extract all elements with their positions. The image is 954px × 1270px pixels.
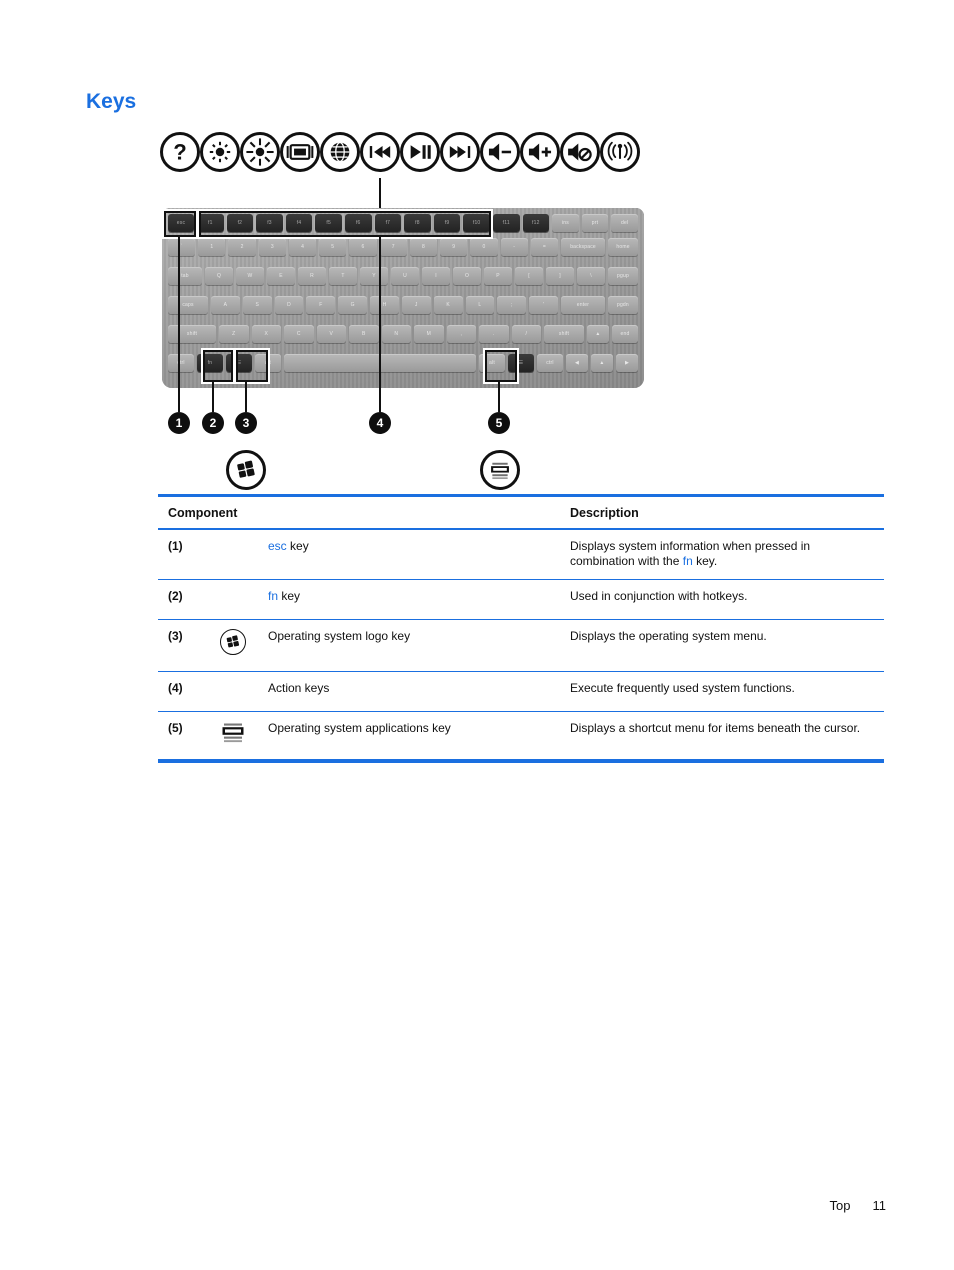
footer-page-number: 11	[872, 1198, 887, 1213]
brightness-up-icon	[240, 132, 280, 172]
play-pause-icon	[400, 132, 440, 172]
row-component-name: esc key	[268, 539, 570, 554]
svg-text:?: ?	[173, 140, 187, 165]
row-number: (2)	[168, 589, 183, 603]
highlight-applications-key	[483, 348, 519, 384]
mute-icon	[560, 132, 600, 172]
footer-section-label: Top	[829, 1198, 851, 1213]
table-row: (4) Action keys Execute frequently used …	[158, 672, 884, 711]
callout-3: 3	[235, 412, 257, 434]
callout-5: 5	[488, 412, 510, 434]
component-table: Component Description (1) esc key Displa…	[158, 494, 884, 763]
table-bottom-rule	[158, 759, 884, 763]
row-number: (1)	[168, 539, 183, 553]
previous-track-icon	[360, 132, 400, 172]
callout-1: 1	[168, 412, 190, 434]
highlight-windows-logo-key	[234, 348, 270, 384]
volume-down-icon	[480, 132, 520, 172]
wireless-icon	[600, 132, 640, 172]
leader-line-5	[498, 382, 500, 412]
windows-logo-icon	[226, 450, 266, 490]
callout-4: 4	[369, 412, 391, 434]
row-description: Displays system information when pressed…	[570, 539, 884, 569]
key-name-fn: fn	[268, 589, 279, 603]
row-icon-slot	[198, 629, 268, 655]
row-description: Used in conjunction with hotkeys.	[570, 589, 748, 603]
highlight-esc-key	[162, 209, 198, 239]
highlight-fn-key	[201, 348, 235, 384]
keyboard-figure: ? esc f1 f2 f3 f4 f5 f6 f7 f8 f9 f10 f11…	[158, 130, 658, 490]
highlight-action-keys-row	[197, 209, 493, 239]
leader-line-3	[245, 382, 247, 412]
header-description: Description	[570, 505, 639, 520]
callout-2: 2	[202, 412, 224, 434]
help-question-icon: ?	[160, 132, 200, 172]
key-name-suffix: key	[286, 539, 309, 553]
page-title: Keys	[86, 90, 137, 113]
web-browser-globe-icon	[320, 132, 360, 172]
row-icon-slot	[198, 721, 268, 745]
page-footer: Top 11	[830, 1198, 886, 1213]
leader-line-2	[212, 382, 214, 412]
display-switch-icon	[280, 132, 320, 172]
row-component-name: Operating system logo key	[268, 629, 411, 643]
page: Keys ? esc f1 f2 f3 f4 f5 f6 f7 f8 f9 f1…	[0, 0, 954, 1270]
row-number: (5)	[168, 721, 183, 735]
row-component-name: Operating system applications key	[268, 721, 451, 735]
row-component-name: fn key	[268, 589, 570, 604]
table-row: (2) fn key Used in conjunction with hotk…	[158, 580, 884, 619]
row-number: (3)	[168, 629, 183, 643]
leader-line-1	[178, 237, 180, 412]
header-component: Component	[168, 505, 238, 520]
desc-text-b: key.	[692, 554, 718, 568]
applications-key-icon	[480, 450, 520, 490]
volume-up-icon	[520, 132, 560, 172]
table-row: (1) esc key Displays system information …	[158, 530, 884, 579]
row-component-name: Action keys	[268, 681, 330, 695]
desc-key-fn: fn	[682, 554, 693, 568]
table-header-row: Component Description	[158, 497, 884, 528]
table-row: (3) Operating system logo key Displays t…	[158, 620, 884, 671]
row-description: Displays a shortcut menu for items benea…	[570, 721, 861, 735]
row-number: (4)	[168, 681, 183, 695]
applications-key-icon	[220, 721, 246, 745]
windows-logo-icon	[220, 629, 246, 655]
table-row: (5) Operating system applications key Di…	[158, 712, 884, 759]
leader-line-4	[379, 237, 381, 412]
action-key-icon-strip: ?	[160, 130, 648, 182]
key-name-suffix: key	[278, 589, 301, 603]
next-track-icon	[440, 132, 480, 172]
brightness-down-icon	[200, 132, 240, 172]
key-name-esc: esc	[268, 539, 287, 553]
row-description: Execute frequently used system functions…	[570, 681, 795, 695]
row-description: Displays the operating system menu.	[570, 629, 767, 643]
